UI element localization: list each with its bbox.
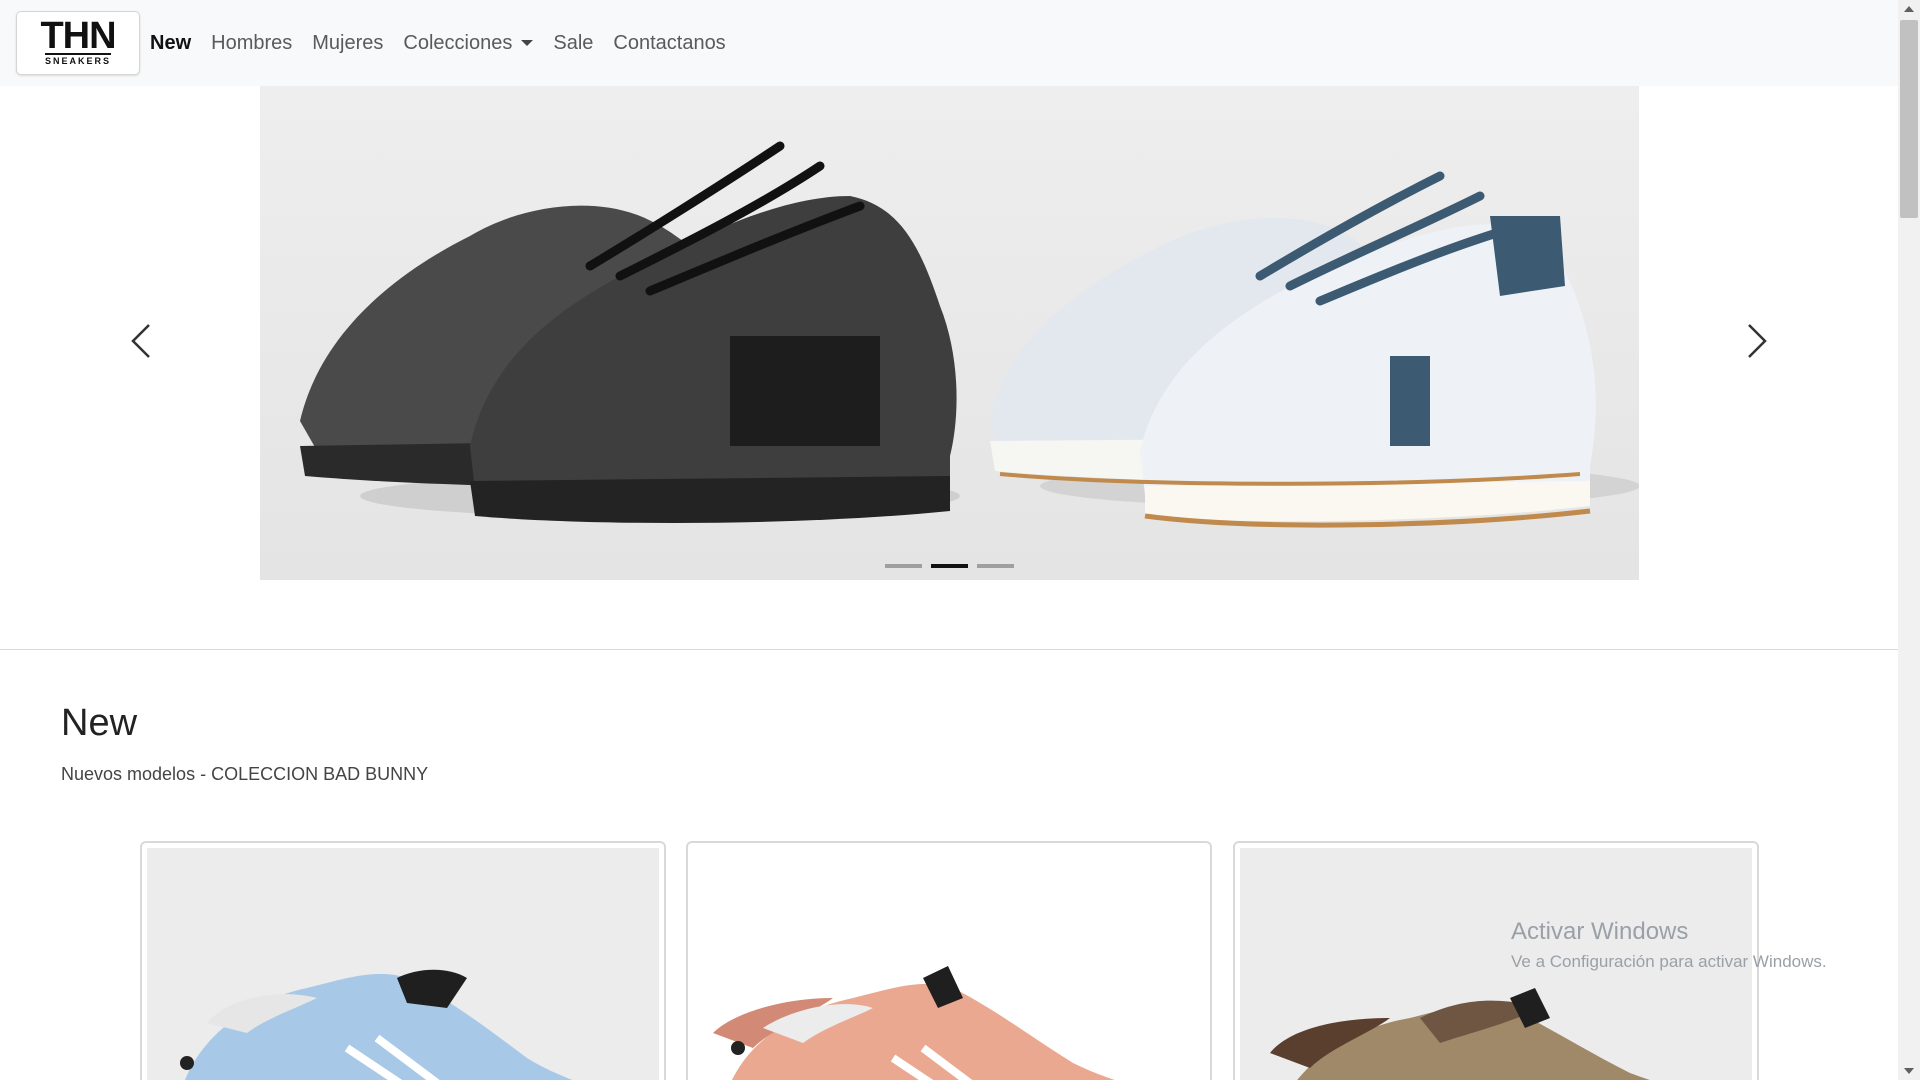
product-image[interactable] [147,848,659,1080]
nav-item-sale[interactable]: Sale [553,32,593,55]
hero-carousel [0,86,1898,580]
page-scrollbar[interactable] [1898,0,1920,1080]
nav-item-colecciones-label: Colecciones [403,31,513,54]
windows-activation-watermark: Activar Windows Ve a Configuración para … [1511,918,1827,972]
top-navbar: THN SNEAKERS New Hombres Mujeres Colecci… [0,0,1898,86]
product-card[interactable] [686,841,1212,1080]
sneakers-photo [260,86,1639,580]
carousel-indicator-3[interactable] [976,564,1014,568]
product-image[interactable] [693,848,1205,1080]
brand-logo[interactable]: THN SNEAKERS [16,11,140,75]
nav-item-colecciones-dropdown[interactable]: Colecciones [403,31,534,55]
scrollbar-thumb[interactable] [1900,20,1918,218]
chevron-right-icon [1748,324,1767,358]
blue-sneaker-image [180,969,573,1080]
nav-links: New Hombres Mujeres Colecciones Sale Con… [150,0,746,86]
carousel-slide-image [260,86,1639,580]
product-card[interactable] [140,841,666,1080]
brand-logo-subtext: SNEAKERS [44,53,111,66]
carousel-next-button[interactable] [1730,316,1780,366]
pink-sneaker-image [713,966,1115,1080]
nav-item-contactanos[interactable]: Contactanos [613,32,725,55]
section-subtitle: Nuevos modelos - COLECCION BAD BUNNY [61,764,429,784]
section-divider [0,649,1898,650]
section-title: New [61,702,138,744]
carousel-indicator-2[interactable] [930,564,968,568]
watermark-subtitle: Ve a Configuración para activar Windows. [1511,952,1827,971]
watermark-title: Activar Windows [1511,918,1689,945]
nav-item-new[interactable]: New [150,32,191,55]
scroll-up-arrow-icon[interactable] [1904,6,1914,12]
scroll-down-arrow-icon[interactable] [1904,1068,1914,1074]
carousel-indicators [0,564,1898,568]
nav-item-mujeres[interactable]: Mujeres [312,32,383,55]
carousel-indicator-1[interactable] [884,564,922,568]
chevron-left-icon [131,324,150,358]
brand-logo-text: THN [40,15,116,57]
nav-item-hombres[interactable]: Hombres [211,32,292,55]
carousel-prev-button[interactable] [118,316,168,366]
caret-down-icon [521,40,534,46]
